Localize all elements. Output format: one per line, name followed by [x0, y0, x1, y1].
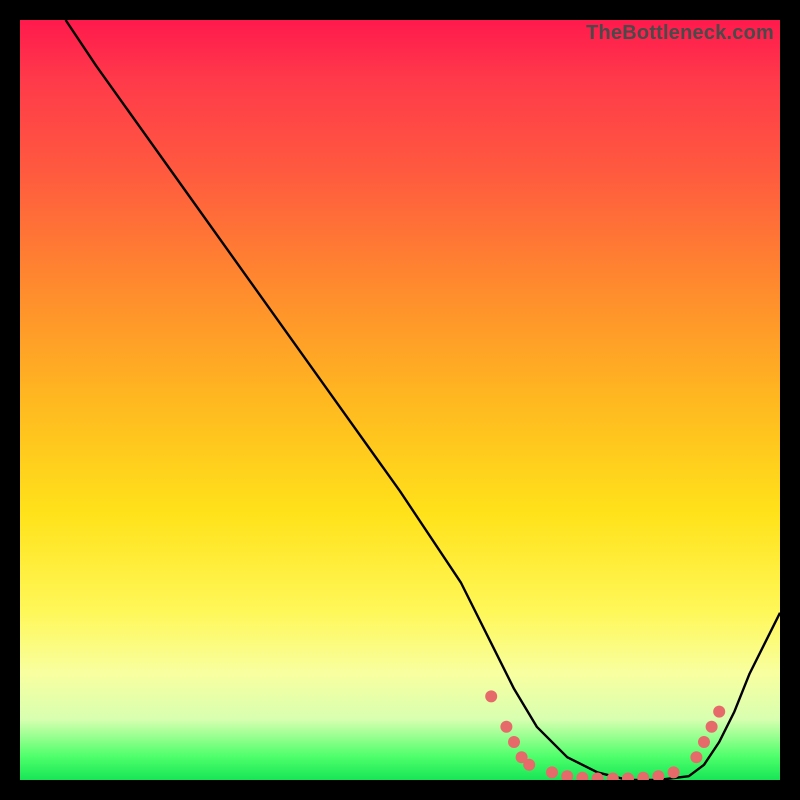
curve-marker: [576, 772, 588, 780]
plot-area: [20, 20, 780, 780]
curve-marker: [652, 770, 664, 780]
curve-marker: [690, 751, 702, 763]
curve-layer: [20, 20, 780, 780]
bottleneck-curve: [66, 20, 780, 780]
curve-marker: [500, 721, 512, 733]
curve-marker: [485, 690, 497, 702]
curve-markers: [485, 690, 725, 780]
curve-marker: [637, 772, 649, 780]
curve-marker: [523, 759, 535, 771]
curve-marker: [706, 721, 718, 733]
curve-marker: [607, 773, 619, 781]
curve-marker: [561, 770, 573, 780]
curve-marker: [546, 766, 558, 778]
curve-marker: [508, 736, 520, 748]
curve-marker: [668, 766, 680, 778]
chart-frame: TheBottleneck.com: [20, 20, 780, 780]
curve-marker: [622, 773, 634, 781]
curve-marker: [713, 706, 725, 718]
curve-marker: [698, 736, 710, 748]
